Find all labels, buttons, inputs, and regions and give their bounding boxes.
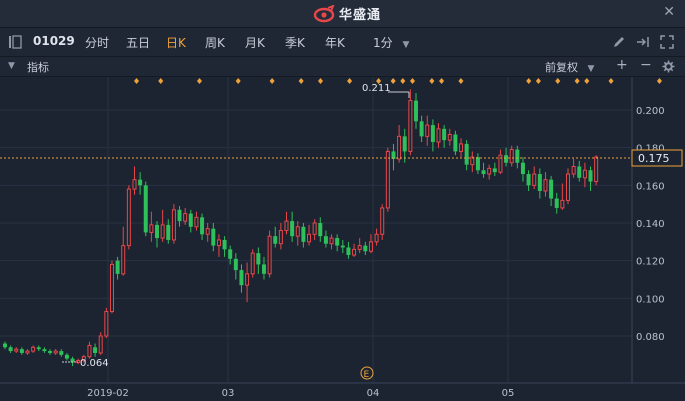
x-tick-label: 03 — [222, 388, 235, 399]
sidebar-toggle-icon[interactable] — [8, 35, 22, 49]
candle — [385, 147, 390, 212]
candle — [267, 230, 272, 278]
app-logo: 华盛通 — [313, 4, 381, 23]
tab-yearly-k[interactable]: 年K — [325, 34, 345, 51]
dropdown-icon: ▼ — [402, 40, 410, 50]
interval-select[interactable]: 1分 ▼ — [373, 34, 409, 51]
tab-weekly-k[interactable]: 周K — [205, 34, 225, 51]
tab-quarterly-k[interactable]: 季K — [285, 34, 305, 51]
y-tick-label: 0.160 — [636, 181, 665, 192]
y-tick-label: 0.140 — [636, 219, 665, 230]
indicator-bar: ▼ 指标 前复权 ▼ + − — [0, 57, 685, 77]
logo-icon — [313, 4, 335, 22]
tab-daily-k[interactable]: 日K — [166, 34, 186, 51]
zoom-out-button[interactable]: − — [640, 57, 652, 73]
settings-icon[interactable] — [662, 60, 675, 73]
x-tick-label: 04 — [367, 388, 380, 399]
tab-monthly-k[interactable]: 月K — [245, 34, 265, 51]
tab-intraday[interactable]: 分时 — [85, 34, 109, 51]
y-tick-label: 0.100 — [636, 294, 665, 305]
y-tick-label: 0.200 — [636, 106, 665, 117]
candle — [380, 204, 385, 240]
tab-five-day[interactable]: 五日 — [126, 34, 150, 51]
collapse-icon[interactable]: ▼ — [8, 61, 15, 71]
interval-value: 1分 — [373, 36, 393, 50]
app-title: 华盛通 — [339, 8, 382, 23]
chart-toolbar: 01029 分时 五日 日K 周K 月K 季K 年K 1分 ▼ — [0, 28, 685, 57]
y-tick-label: 0.120 — [636, 257, 665, 268]
y-tick-label: 0.080 — [636, 332, 665, 343]
candle — [98, 332, 103, 355]
dropdown-icon: ▼ — [587, 64, 595, 74]
candle — [143, 181, 148, 237]
candle — [594, 155, 599, 186]
pen-icon[interactable] — [612, 35, 626, 49]
candle — [126, 185, 131, 250]
candle — [109, 260, 114, 314]
close-icon[interactable]: ✕ — [663, 4, 675, 20]
stock-code: 01029 — [33, 34, 75, 48]
high-label: 0.211 — [362, 83, 391, 94]
share-icon[interactable] — [636, 35, 650, 49]
x-tick-label: 2019-02 — [87, 388, 129, 399]
x-tick-label: 05 — [502, 388, 515, 399]
event-label: E — [364, 370, 370, 380]
candle — [250, 249, 255, 278]
candle — [171, 204, 176, 244]
current-price-label: 0.175 — [638, 152, 670, 165]
title-bar: 华盛通 ✕ — [0, 0, 685, 28]
adjust-value: 前复权 — [545, 61, 578, 74]
zoom-in-button[interactable]: + — [616, 57, 628, 73]
candle — [104, 307, 109, 338]
candlestick-chart[interactable]: 0.2000.1800.1600.1400.1200.1000.080 2019… — [0, 77, 685, 401]
fullscreen-icon[interactable] — [660, 35, 674, 49]
candle — [566, 168, 570, 205]
adjust-select[interactable]: 前复权 ▼ — [545, 59, 594, 75]
indicator-button[interactable]: 指标 — [27, 59, 49, 75]
low-label: 0.064 — [80, 358, 109, 369]
